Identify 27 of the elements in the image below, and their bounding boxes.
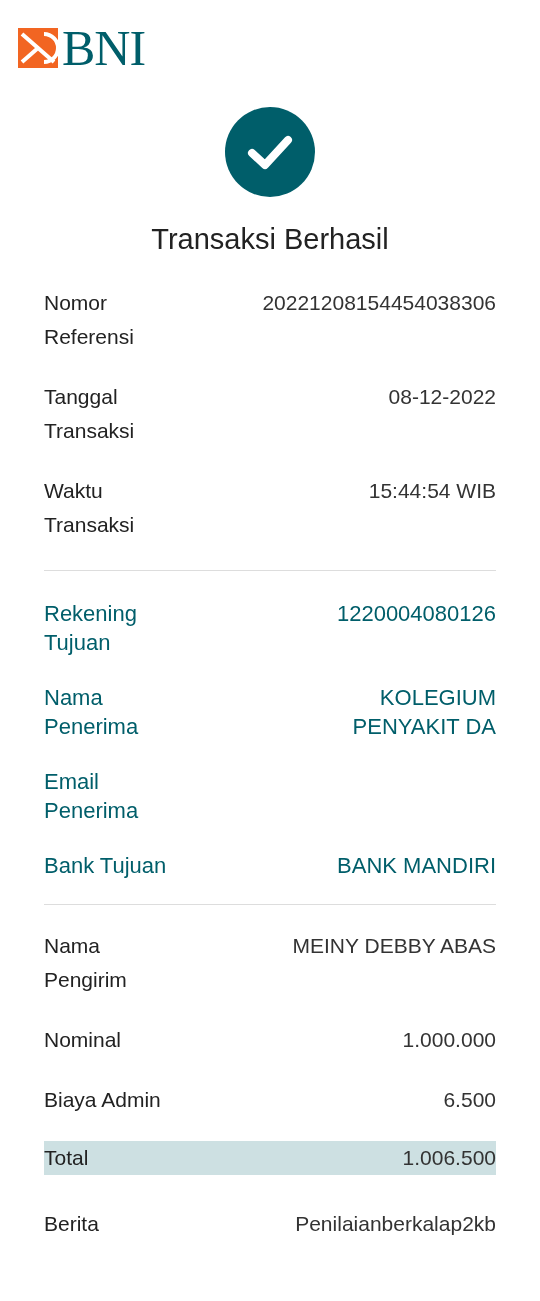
field-label: Total [44,1145,89,1171]
field-value: BANK MANDIRI [337,852,496,880]
status-title: Transaksi Berhasil [150,223,390,256]
field-value: 6.500 [443,1087,496,1113]
field-value: MEINY DEBBY ABAS [292,933,496,959]
field-label: Berita [44,1211,99,1237]
field-label: Bank Tujuan [44,852,167,880]
bank-logo: BNI [62,26,146,70]
field-label: Email Penerima [44,768,139,825]
field-label: Nominal [44,1027,122,1053]
success-check-icon [225,107,315,197]
field-value: 15:44:54 WIB [368,478,496,504]
logo-mark-icon [18,28,58,68]
field-label: Waktu Transaksi [44,478,135,538]
field-value: KOLEGIUM PENYAKIT DA [352,684,496,741]
field-value: Penilaianberkalap2kb [295,1211,496,1237]
field-value: 20221208154454038306 [262,290,496,316]
field-label: Nama Pengirim [44,933,127,993]
field-label: Nama Penerima [44,684,139,741]
field-label: Tanggal Transaksi [44,384,135,444]
field-value: 1220004080126 [336,600,496,628]
field-value: 1.006.500 [402,1145,496,1171]
field-label: Rekening Tujuan [44,600,137,657]
field-value: 1.000.000 [402,1027,496,1053]
field-value: 08-12-2022 [388,384,496,410]
field-label: Nomor Referensi [44,290,134,350]
field-label: Biaya Admin [44,1087,161,1113]
